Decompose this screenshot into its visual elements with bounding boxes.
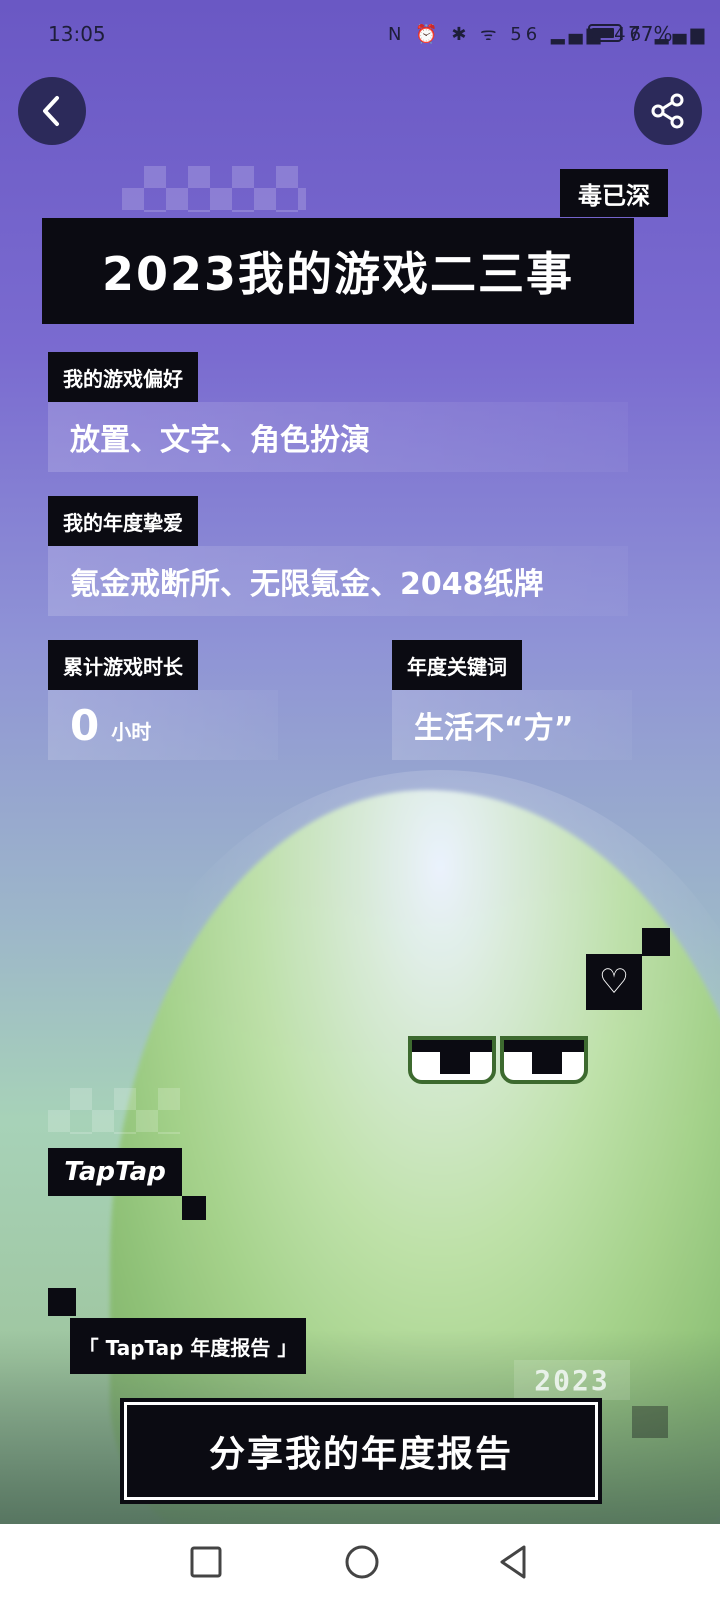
back-triangle-icon[interactable] <box>494 1542 534 1582</box>
battery-percent: 77% <box>628 22 673 46</box>
status-badge: 毒已深 <box>560 169 668 217</box>
favorites-label: 我的年度挚爱 <box>48 496 198 546</box>
checker-decoration <box>48 1088 180 1134</box>
creature-right-eye <box>500 1036 588 1084</box>
playtime-label: 累计游戏时长 <box>48 640 198 690</box>
taptap-logo-text: TapTap <box>64 1157 166 1187</box>
back-button[interactable] <box>18 77 86 145</box>
preference-label: 我的游戏偏好 <box>48 352 198 402</box>
home-icon[interactable] <box>342 1542 382 1582</box>
system-nav-bar <box>0 1524 720 1600</box>
heart-icon: ♡ <box>586 954 642 1010</box>
report-screen: 13:05 N ⏰ ✱ ᯤ 56 ▂▄▆ 46 ▂▄▆ 77% 2023我的游戏… <box>0 0 720 1524</box>
pixel-decoration <box>632 1406 668 1438</box>
pixel-decoration <box>182 1196 206 1220</box>
share-button[interactable] <box>634 77 702 145</box>
status-time: 13:05 <box>48 22 106 46</box>
status-bar: 13:05 N ⏰ ✱ ᯤ 56 ▂▄▆ 46 ▂▄▆ 77% <box>0 0 720 70</box>
keyword-value: 生活不“方” <box>392 690 632 760</box>
share-report-button-label: 分享我的年度报告 <box>208 1434 513 1475</box>
recent-apps-icon[interactable] <box>186 1542 226 1582</box>
favorites-value: 氪金戒断所、无限氪金、2048纸牌 <box>48 546 628 616</box>
playtime-unit: 小时 <box>111 719 152 744</box>
share-report-button[interactable]: 分享我的年度报告 <box>120 1398 602 1504</box>
playtime-field: 0 小时 <box>48 690 278 760</box>
playtime-value: 0 <box>70 700 100 750</box>
year-mark: 2023 <box>514 1360 630 1400</box>
report-tag: 「 TapTap 年度报告 」 <box>70 1318 306 1374</box>
creature-left-eye <box>408 1036 496 1084</box>
keyword-label: 年度关键词 <box>392 640 522 690</box>
pixel-decoration <box>48 1288 76 1316</box>
battery-icon <box>588 24 622 42</box>
chevron-left-icon <box>43 96 59 126</box>
preference-value: 放置、文字、角色扮演 <box>48 402 628 472</box>
report-title-text: 2023我的游戏二三事 <box>101 247 575 301</box>
share-icon <box>651 93 684 129</box>
checker-decoration <box>122 166 306 212</box>
pixel-decoration <box>642 928 670 956</box>
taptap-logo: TapTap <box>48 1148 182 1196</box>
report-title: 2023我的游戏二三事 <box>48 218 628 324</box>
